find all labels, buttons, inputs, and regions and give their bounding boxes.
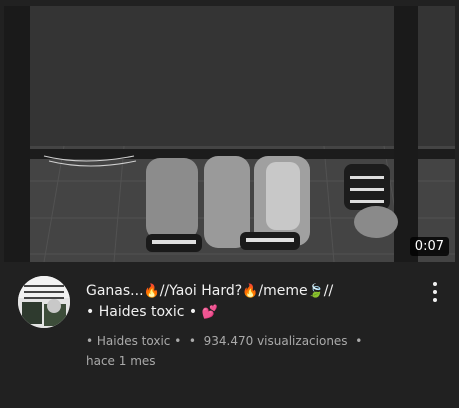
channel-avatar[interactable] (18, 276, 70, 328)
title-text-part4: // (323, 283, 334, 299)
video-metadata: • Haides toxic • • 934.470 visualizacion… (86, 331, 406, 371)
more-options-button[interactable] (425, 280, 445, 306)
video-duration: 0:07 (409, 237, 449, 256)
video-card: 0:07 Ganas...🔥//Yaoi Hard?🔥/meme🍃// • Ha… (0, 0, 459, 408)
more-vertical-icon (433, 282, 437, 286)
channel-name[interactable]: • Haides toxic • (86, 334, 181, 348)
title-text-part2: //Yaoi Hard? (159, 283, 243, 299)
thumbnail-scene (4, 6, 455, 262)
hearts-icon: 💕 (201, 305, 218, 320)
title-text-part1: Ganas... (86, 283, 144, 299)
avatar-image (18, 276, 70, 328)
fire-icon: 🔥 (143, 284, 160, 299)
video-thumbnail[interactable]: 0:07 (4, 6, 455, 262)
fire-icon: 🔥 (242, 284, 259, 299)
video-title[interactable]: Ganas...🔥//Yaoi Hard?🔥/meme🍃// • Haides … (86, 281, 416, 323)
meta-separator: • (188, 334, 196, 348)
meta-separator: • (355, 334, 363, 348)
upload-age: hace 1 mes (86, 354, 156, 368)
title-line2-text: • Haides toxic • (86, 304, 198, 320)
more-vertical-icon (433, 298, 437, 302)
more-vertical-icon (433, 290, 437, 294)
leaf-icon: 🍃 (307, 284, 324, 299)
title-text-part3: /meme (258, 283, 308, 299)
view-count: 934.470 visualizaciones (203, 334, 348, 348)
